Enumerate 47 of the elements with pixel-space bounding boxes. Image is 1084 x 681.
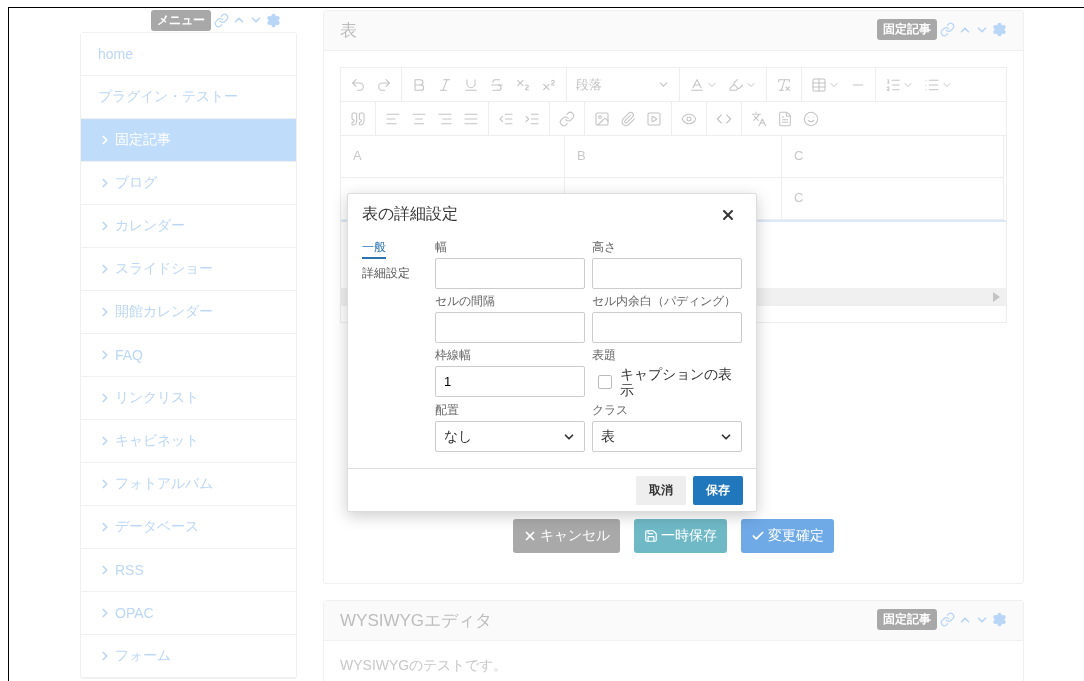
draft-save-button[interactable]: 一時保存 [634,519,727,553]
link-icon[interactable] [940,612,955,627]
panel-title: 表 [340,20,357,42]
field-label: 幅 [435,239,448,256]
check-icon [751,529,765,543]
input-field[interactable] [592,258,742,289]
close-icon [523,529,537,543]
menu-badge: メニュー [151,9,211,31]
settings-icon[interactable] [992,22,1007,37]
dialog-tab[interactable]: 詳細設定 [362,265,410,285]
paragraph-select[interactable]: 段落 [573,73,673,96]
numbered-list-icon [885,76,901,93]
panel-title: WYSIWYGエディタ [340,610,493,632]
input-field[interactable] [592,312,742,343]
field-label: 配置 [435,402,460,420]
field-label: 枠線幅 [435,347,472,364]
dialog-title: 表の詳細設定 [362,204,458,224]
font-color-icon [689,76,705,93]
checkbox-label: キャプションの表示 [620,366,733,399]
input-field[interactable]: 1 [435,366,585,397]
table-icon [811,76,827,93]
field-label: 表題 [592,347,617,364]
sidebar-item[interactable]: home [81,33,296,76]
select-field[interactable]: 表 [592,421,742,453]
save-icon [644,529,658,543]
input-field[interactable] [435,312,585,343]
field-label: クラス [592,402,629,420]
checkbox[interactable] [598,375,612,390]
save-button[interactable]: 保存 [693,476,743,506]
settings-icon[interactable] [266,12,281,28]
dialog-tab[interactable]: 一般 [362,239,386,259]
cancel-button[interactable]: キャンセル [513,519,620,553]
select-field[interactable]: なし [435,421,585,453]
scroll-right-icon[interactable] [993,292,1000,302]
highlighter-icon [728,76,744,93]
sidebar-item[interactable]: 固定記事 [81,119,296,162]
link-icon[interactable] [940,22,955,37]
field-label: 高さ [592,239,617,256]
field-label: セルの間隔 [435,293,496,310]
confirm-button[interactable]: 変更確定 [741,519,834,553]
page-type-badge: 固定記事 [877,19,937,40]
cancel-button[interactable]: 取消 [636,476,686,506]
settings-icon[interactable] [992,612,1007,627]
field-label: セル内余白（パディング） [592,293,737,310]
page-type-badge: 固定記事 [877,609,937,630]
input-field[interactable] [435,258,585,289]
link-icon[interactable] [214,12,229,28]
